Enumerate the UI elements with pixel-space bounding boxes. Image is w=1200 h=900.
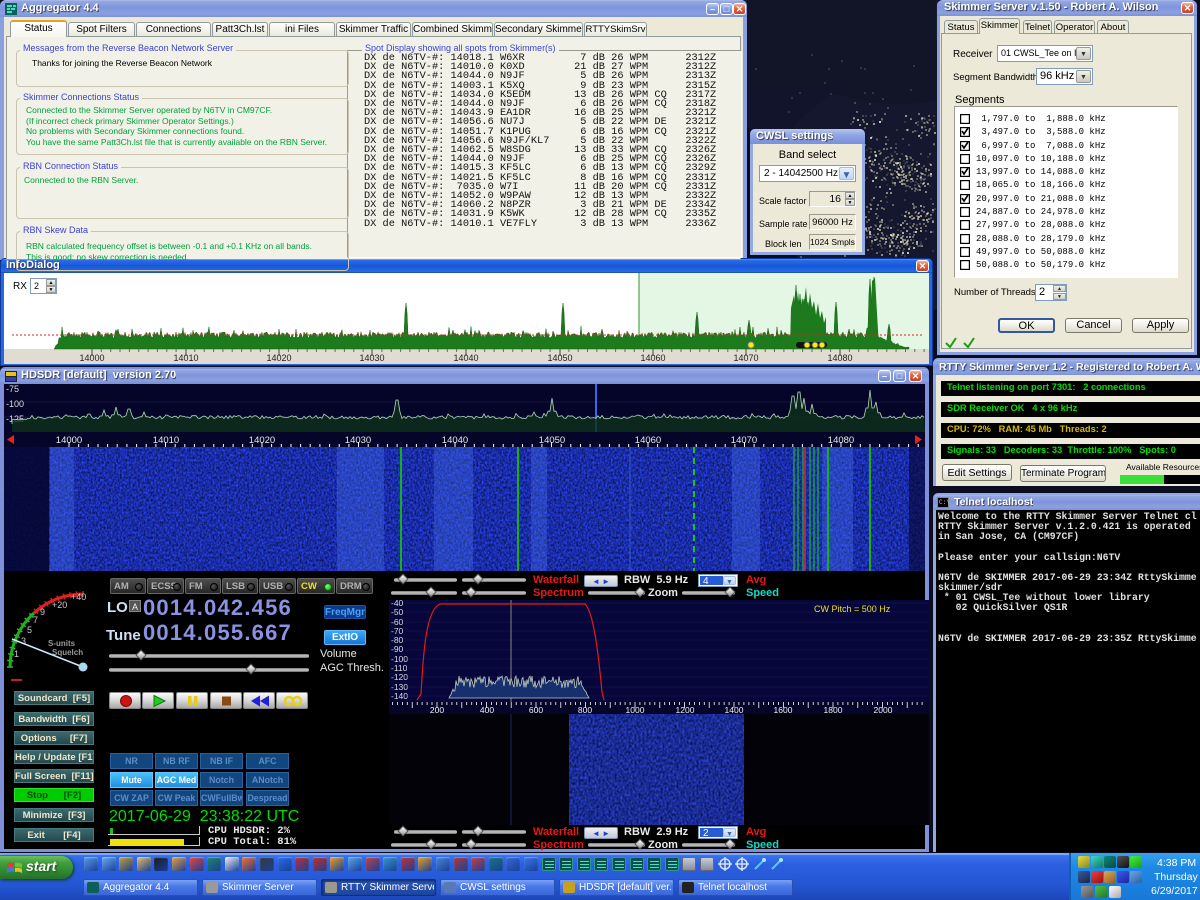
svg-text:14000: 14000 xyxy=(79,353,104,363)
svg-text:14080: 14080 xyxy=(827,353,852,363)
svg-text:+40: +40 xyxy=(71,592,86,602)
svg-text:14040: 14040 xyxy=(453,353,478,363)
svg-text:-100: -100 xyxy=(6,399,24,409)
svg-text:2000: 2000 xyxy=(874,705,893,714)
svg-text:14060: 14060 xyxy=(640,353,665,363)
svg-text:1000: 1000 xyxy=(626,705,645,714)
svg-text:-75: -75 xyxy=(6,384,19,394)
svg-text:-90: -90 xyxy=(391,644,404,654)
svg-text:5: 5 xyxy=(27,625,32,635)
svg-text:200: 200 xyxy=(430,705,444,714)
svg-text:9: 9 xyxy=(40,607,45,617)
svg-text:800: 800 xyxy=(578,705,592,714)
svg-text:14010: 14010 xyxy=(173,353,198,363)
svg-text:600: 600 xyxy=(529,705,543,714)
svg-text:14020: 14020 xyxy=(266,353,291,363)
svg-text:7: 7 xyxy=(33,615,38,625)
svg-text:14070: 14070 xyxy=(733,353,758,363)
svg-text:-50: -50 xyxy=(391,607,404,617)
svg-text:+20: +20 xyxy=(52,600,67,610)
svg-text:CW Pitch = 500 Hz: CW Pitch = 500 Hz xyxy=(814,604,891,614)
svg-text:14030: 14030 xyxy=(359,353,384,363)
svg-text:1800: 1800 xyxy=(824,705,843,714)
svg-text:1400: 1400 xyxy=(725,705,744,714)
svg-text:Squelch: Squelch xyxy=(52,648,83,657)
svg-text:1: 1 xyxy=(14,649,19,659)
svg-text:S-units: S-units xyxy=(48,639,76,648)
svg-text:1200: 1200 xyxy=(676,705,695,714)
svg-text:14050: 14050 xyxy=(547,353,572,363)
svg-text:400: 400 xyxy=(480,705,494,714)
svg-text:1600: 1600 xyxy=(774,705,793,714)
